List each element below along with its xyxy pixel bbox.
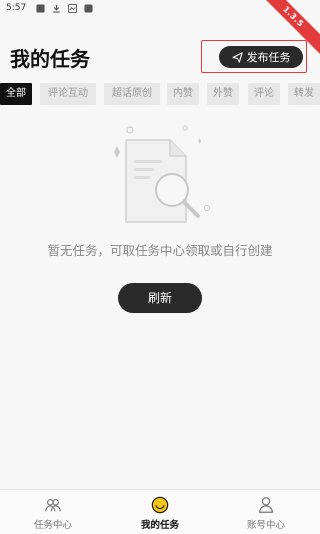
tab-label: 全部 <box>6 88 26 99</box>
tab-label: 评论互动 <box>48 88 88 99</box>
tab-inner-like[interactable]: 内赞 <box>167 83 199 105</box>
publish-task-button[interactable]: 发布任务 <box>219 46 303 68</box>
tab-label: 内赞 <box>173 88 193 99</box>
refresh-button[interactable]: 刷新 <box>118 283 202 313</box>
nav-task-center[interactable]: 任务中心 <box>0 490 106 534</box>
tab-label: 外赞 <box>213 88 233 99</box>
empty-document-search-icon <box>114 125 210 223</box>
filter-tabs: 全部 评论互动 超话原创 内赞 外赞 评论 转发 <box>0 83 320 105</box>
send-icon <box>231 51 243 63</box>
publish-highlight: 发布任务 <box>201 40 307 73</box>
tab-outer-like[interactable]: 外赞 <box>207 83 239 105</box>
tab-repost[interactable]: 转发 <box>288 83 320 105</box>
nav-label: 我的任务 <box>140 520 179 531</box>
tab-supertopic-original[interactable]: 超话原创 <box>104 83 160 105</box>
user-icon <box>259 497 273 513</box>
notification-icon <box>68 4 77 13</box>
app-icon <box>84 4 93 13</box>
tab-label: 超话原创 <box>112 88 152 99</box>
tab-label: 评论 <box>254 88 274 99</box>
status-time: 5:57 <box>6 3 27 13</box>
tasks-icon <box>45 499 61 512</box>
nav-my-tasks[interactable]: 我的任务 <box>107 490 213 534</box>
bottom-nav: 任务中心 我的任务 账号中心 <box>0 489 320 534</box>
download-icon <box>53 4 60 13</box>
nav-account-center[interactable]: 账号中心 <box>213 490 319 534</box>
tab-all[interactable]: 全部 <box>0 83 32 105</box>
empty-state-message: 暂无任务，可取任务中心领取或自行创建 <box>47 243 273 258</box>
header: 我的任务 发布任务 <box>0 36 320 76</box>
tab-comment-interact[interactable]: 评论互动 <box>40 83 96 105</box>
tab-comment[interactable]: 评论 <box>248 83 280 105</box>
page-title: 我的任务 <box>10 47 90 71</box>
smiley-icon <box>151 496 169 514</box>
nav-label: 任务中心 <box>33 520 72 531</box>
gallery-icon <box>36 4 45 13</box>
nav-label: 账号中心 <box>246 520 285 531</box>
publish-task-label: 发布任务 <box>246 51 291 64</box>
tab-label: 转发 <box>294 88 314 99</box>
